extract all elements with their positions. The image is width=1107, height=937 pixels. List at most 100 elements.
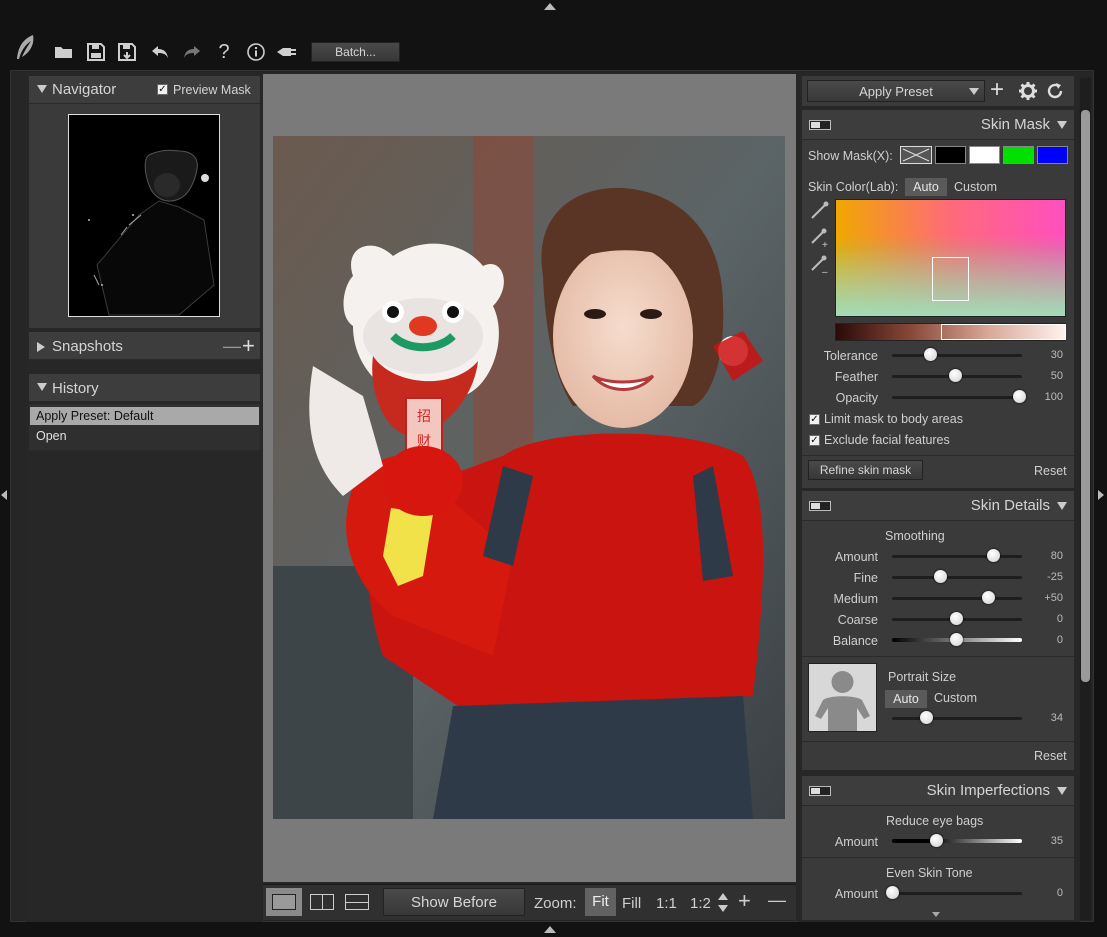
eye-bags-amount-slider[interactable] bbox=[892, 839, 1022, 843]
mask-color-green[interactable] bbox=[1003, 146, 1034, 164]
portrait-size-figure bbox=[808, 663, 877, 732]
opacity-slider[interactable] bbox=[892, 396, 1022, 399]
zoom-label: Zoom: bbox=[534, 895, 577, 912]
skin-color-picker[interactable] bbox=[835, 199, 1066, 317]
batch-button[interactable]: Batch... bbox=[311, 42, 400, 62]
undo-icon[interactable] bbox=[148, 40, 172, 64]
navigator-header[interactable]: Navigator ✓ Preview Mask bbox=[29, 76, 260, 104]
main-photo[interactable]: 招 财 进 宝 bbox=[273, 136, 785, 819]
chevron-down-icon bbox=[969, 88, 979, 95]
coarse-label: Coarse bbox=[837, 613, 878, 627]
apply-preset-dropdown[interactable]: Apply Preset bbox=[807, 80, 985, 102]
zoom-1-1-button[interactable]: 1:1 bbox=[656, 895, 677, 912]
portrait-size-knob[interactable] bbox=[920, 711, 933, 724]
zoom-stepper-icon[interactable] bbox=[718, 892, 730, 914]
zoom-fit-button[interactable]: Fit bbox=[585, 888, 616, 916]
tolerance-slider-knob[interactable] bbox=[924, 348, 937, 361]
single-view-button[interactable] bbox=[266, 888, 302, 916]
zoom-out-icon[interactable]: — bbox=[768, 890, 786, 911]
save-icon[interactable] bbox=[84, 40, 108, 64]
portrait-size-slider[interactable] bbox=[892, 717, 1022, 720]
fine-label: Fine bbox=[853, 571, 878, 585]
medium-slider[interactable] bbox=[892, 597, 1022, 600]
scroll-more-icon bbox=[932, 912, 940, 917]
collapse-right-arrow-icon[interactable] bbox=[1098, 490, 1104, 500]
fine-slider-knob[interactable] bbox=[934, 570, 947, 583]
skin-imperfections-toggle[interactable] bbox=[809, 786, 831, 796]
history-item[interactable]: Apply Preset: Default bbox=[30, 407, 259, 425]
skin-color-auto-button[interactable]: Auto bbox=[905, 178, 947, 196]
portrait-custom-button[interactable]: Custom bbox=[934, 691, 977, 705]
skin-details-reset-button[interactable]: Reset bbox=[1034, 749, 1067, 763]
skin-mask-toggle[interactable] bbox=[809, 120, 831, 130]
info-icon[interactable] bbox=[244, 40, 268, 64]
svg-text:–: – bbox=[822, 267, 828, 276]
show-mask-label: Show Mask(X): bbox=[808, 149, 893, 163]
zoom-fill-button[interactable]: Fill bbox=[622, 895, 641, 912]
remove-snapshot-icon[interactable]: — bbox=[223, 336, 241, 357]
divider bbox=[802, 741, 1074, 742]
skin-details-header[interactable]: Skin Details bbox=[802, 491, 1074, 521]
smoothing-amount-knob[interactable] bbox=[987, 549, 1000, 562]
skin-details-toggle[interactable] bbox=[809, 501, 831, 511]
show-before-button[interactable]: Show Before bbox=[383, 888, 525, 916]
smoothing-amount-value: 80 bbox=[1050, 550, 1063, 562]
gear-icon[interactable] bbox=[1019, 82, 1037, 100]
color-selection-box[interactable] bbox=[932, 257, 969, 301]
limit-mask-checkbox[interactable]: ✓ bbox=[809, 414, 820, 425]
refine-skin-mask-button[interactable]: Refine skin mask bbox=[808, 460, 923, 480]
even-tone-amount-slider[interactable] bbox=[892, 892, 1022, 895]
even-tone-amount-knob[interactable] bbox=[886, 886, 899, 899]
skin-color-custom-button[interactable]: Custom bbox=[954, 180, 997, 194]
skin-mask-header[interactable]: Skin Mask bbox=[802, 110, 1074, 140]
eyedropper-icon[interactable] bbox=[808, 200, 830, 222]
lightness-range[interactable] bbox=[941, 324, 1066, 340]
lightness-bar[interactable] bbox=[835, 323, 1066, 341]
redo-icon[interactable] bbox=[180, 40, 204, 64]
mask-color-white[interactable] bbox=[969, 146, 1000, 164]
skin-imperfections-header[interactable]: Skin Imperfections bbox=[802, 776, 1074, 806]
help-icon[interactable]: ? bbox=[212, 40, 236, 64]
folder-open-icon[interactable] bbox=[52, 40, 76, 64]
feather-slider-knob[interactable] bbox=[949, 369, 962, 382]
collapse-top-arrow-icon[interactable] bbox=[544, 3, 556, 10]
add-snapshot-icon[interactable]: + bbox=[242, 333, 255, 359]
collapse-icon bbox=[1057, 787, 1067, 795]
mask-color-none[interactable] bbox=[900, 146, 932, 164]
smoothing-amount-slider[interactable] bbox=[892, 555, 1022, 558]
collapse-left-arrow-icon[interactable] bbox=[1, 490, 7, 500]
opacity-slider-knob[interactable] bbox=[1013, 390, 1026, 403]
portrait-auto-button[interactable]: Auto bbox=[885, 690, 927, 708]
reset-preset-icon[interactable] bbox=[1046, 82, 1064, 100]
mask-color-blue[interactable] bbox=[1037, 146, 1068, 164]
apply-preset-label: Apply Preset bbox=[859, 83, 933, 99]
scrollbar-thumb[interactable] bbox=[1081, 110, 1090, 682]
coarse-slider-knob[interactable] bbox=[950, 612, 963, 625]
history-header[interactable]: History bbox=[29, 374, 260, 402]
collapse-icon bbox=[37, 383, 47, 391]
eyedropper-add-icon[interactable]: + bbox=[808, 227, 830, 251]
add-preset-icon[interactable]: + bbox=[990, 76, 1004, 104]
fine-slider[interactable] bbox=[892, 576, 1022, 579]
history-item[interactable]: Open bbox=[30, 427, 259, 445]
navigator-preview[interactable] bbox=[68, 114, 220, 317]
plugin-icon[interactable] bbox=[274, 40, 298, 64]
zoom-in-icon[interactable]: + bbox=[738, 888, 751, 914]
balance-slider-knob[interactable] bbox=[950, 633, 963, 646]
eyedropper-subtract-icon[interactable]: – bbox=[808, 254, 830, 278]
mask-color-black[interactable] bbox=[935, 146, 966, 164]
split-horizontal-view-button[interactable] bbox=[340, 888, 374, 916]
medium-slider-knob[interactable] bbox=[982, 591, 995, 604]
tolerance-slider[interactable] bbox=[892, 354, 1022, 357]
skin-mask-reset-button[interactable]: Reset bbox=[1034, 464, 1067, 478]
split-vertical-view-button[interactable] bbox=[305, 888, 339, 916]
divider bbox=[802, 455, 1074, 456]
collapse-bottom-arrow-icon[interactable] bbox=[544, 926, 556, 933]
eye-bags-amount-knob[interactable] bbox=[930, 834, 943, 847]
save-as-icon[interactable] bbox=[116, 40, 140, 64]
history-title: History bbox=[52, 380, 99, 397]
snapshots-header[interactable]: Snapshots — + bbox=[29, 332, 260, 360]
preview-mask-checkbox[interactable]: ✓ bbox=[157, 84, 168, 95]
exclude-facial-checkbox[interactable]: ✓ bbox=[809, 435, 820, 446]
zoom-1-2-button[interactable]: 1:2 bbox=[690, 895, 711, 912]
